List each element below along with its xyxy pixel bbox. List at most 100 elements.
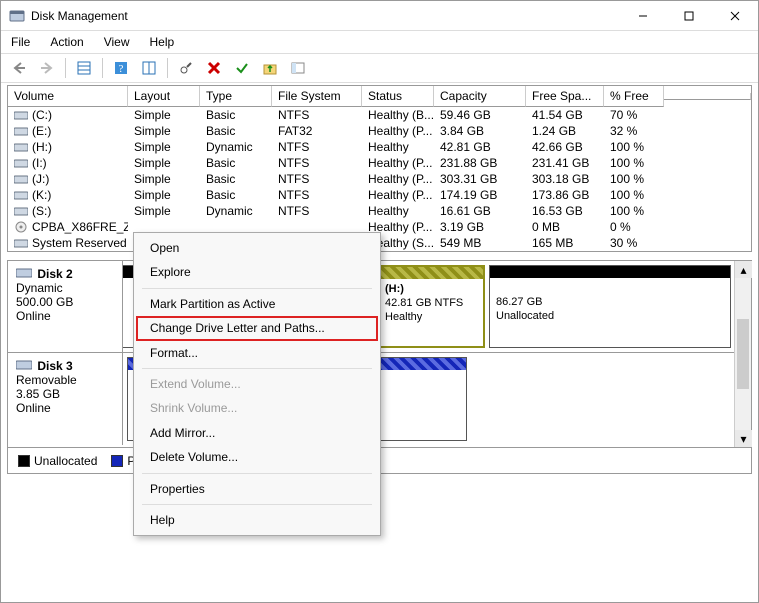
menu-action[interactable]: Action <box>46 33 87 51</box>
col-type[interactable]: Type <box>200 86 272 107</box>
ctx-open[interactable]: Open <box>136 236 378 260</box>
disk-state: Online <box>16 401 51 415</box>
minimize-button[interactable] <box>620 1 666 31</box>
tb-list-icon[interactable] <box>137 56 161 80</box>
menu-file[interactable]: File <box>7 33 34 51</box>
help-icon[interactable]: ? <box>109 56 133 80</box>
cell-free: 41.54 GB <box>526 107 604 123</box>
drive-icon <box>14 205 28 217</box>
drive-icon <box>14 125 28 137</box>
col-pct[interactable]: % Free <box>604 86 664 107</box>
ctx-mark-active[interactable]: Mark Partition as Active <box>136 292 378 316</box>
scroll-up-button[interactable]: ▴ <box>735 261 752 278</box>
app-icon <box>9 8 25 24</box>
ctx-add-mirror[interactable]: Add Mirror... <box>136 421 378 445</box>
disk-type: Dynamic <box>16 281 63 295</box>
disc-icon <box>14 221 28 233</box>
menubar: File Action View Help <box>1 31 758 53</box>
menu-view[interactable]: View <box>100 33 134 51</box>
tb-pane-icon[interactable] <box>286 56 310 80</box>
cell-free: 42.66 GB <box>526 139 604 155</box>
disk-label[interactable]: Disk 2 Dynamic 500.00 GB Online <box>8 261 123 352</box>
maximize-button[interactable] <box>666 1 712 31</box>
cell-status: Healthy (P... <box>362 171 434 187</box>
cell-pct: 0 % <box>604 219 664 235</box>
menu-help[interactable]: Help <box>146 33 179 51</box>
cell-pct: 100 % <box>604 139 664 155</box>
ctx-help[interactable]: Help <box>136 508 378 532</box>
ctx-explore[interactable]: Explore <box>136 260 378 284</box>
cell-free: 303.18 GB <box>526 171 604 187</box>
ctx-delete-volume[interactable]: Delete Volume... <box>136 445 378 469</box>
cell-fs: NTFS <box>272 203 362 219</box>
cell-fs: NTFS <box>272 139 362 155</box>
cell-type: Basic <box>200 187 272 203</box>
volume-name: System Reserved <box>32 236 127 250</box>
table-row[interactable]: (H:)SimpleDynamicNTFSHealthy42.81 GB42.6… <box>8 139 751 155</box>
cell-pct: 100 % <box>604 171 664 187</box>
table-row[interactable]: (J:)SimpleBasicNTFSHealthy (P...303.31 G… <box>8 171 751 187</box>
svg-text:?: ? <box>119 63 124 75</box>
drive-icon <box>14 237 28 249</box>
cell-pct: 32 % <box>604 123 664 139</box>
cell-pct: 100 % <box>604 187 664 203</box>
cell-type: Basic <box>200 107 272 123</box>
cell-status: Healthy <box>362 139 434 155</box>
tb-check-icon[interactable] <box>230 56 254 80</box>
window-title: Disk Management <box>31 9 620 23</box>
cell-layout <box>128 226 200 228</box>
col-status[interactable]: Status <box>362 86 434 107</box>
cell-layout: Simple <box>128 123 200 139</box>
tb-folder-up-icon[interactable] <box>258 56 282 80</box>
ctx-format[interactable]: Format... <box>136 341 378 365</box>
partition-h[interactable]: (H:) 42.81 GB NTFS Healthy <box>377 265 485 348</box>
part-letter: (H:) <box>385 283 404 295</box>
col-fs[interactable]: File System <box>272 86 362 107</box>
part-status: Unallocated <box>496 310 554 322</box>
tb-delete-icon[interactable] <box>202 56 226 80</box>
cell-free: 231.41 GB <box>526 155 604 171</box>
disk-label[interactable]: Disk 3 Removable 3.85 GB Online <box>8 353 123 445</box>
ctx-properties[interactable]: Properties <box>136 477 378 501</box>
cell-free: 0 MB <box>526 219 604 235</box>
volume-name: (I:) <box>32 156 47 170</box>
scroll-thumb[interactable] <box>737 319 749 389</box>
table-row[interactable]: (C:)SimpleBasicNTFSHealthy (B...59.46 GB… <box>8 107 751 123</box>
cell-type: Dynamic <box>200 139 272 155</box>
col-volume[interactable]: Volume <box>8 86 128 107</box>
ctx-change-drive-letter[interactable]: Change Drive Letter and Paths... <box>136 316 378 340</box>
cell-cap: 16.61 GB <box>434 203 526 219</box>
cell-type: Basic <box>200 123 272 139</box>
cell-type: Dynamic <box>200 203 272 219</box>
scroll-down-button[interactable]: ▾ <box>735 430 752 447</box>
disk-state: Online <box>16 309 51 323</box>
cell-fs <box>272 226 362 228</box>
cell-fs: FAT32 <box>272 123 362 139</box>
table-row[interactable]: (K:)SimpleBasicNTFSHealthy (P...174.19 G… <box>8 187 751 203</box>
col-free[interactable]: Free Spa... <box>526 86 604 107</box>
back-button[interactable] <box>7 56 31 80</box>
cell-layout: Simple <box>128 155 200 171</box>
tb-table-icon[interactable] <box>72 56 96 80</box>
cell-status: Healthy <box>362 203 434 219</box>
drive-icon <box>14 189 28 201</box>
forward-button[interactable] <box>35 56 59 80</box>
table-row[interactable]: (I:)SimpleBasicNTFSHealthy (P...231.88 G… <box>8 155 751 171</box>
disk-name: Disk 3 <box>37 359 72 373</box>
disk-type: Removable <box>16 373 77 387</box>
col-capacity[interactable]: Capacity <box>434 86 526 107</box>
toolbar: ? <box>1 53 758 83</box>
cell-free: 173.86 GB <box>526 187 604 203</box>
table-row[interactable]: (S:)SimpleDynamicNTFSHealthy16.61 GB16.5… <box>8 203 751 219</box>
partition-unallocated-2[interactable]: 86.27 GB Unallocated <box>489 265 731 348</box>
volume-table: Volume Layout Type File System Status Ca… <box>7 85 752 252</box>
volume-name: (E:) <box>32 124 51 138</box>
tb-settings-icon[interactable] <box>174 56 198 80</box>
table-row[interactable]: (E:)SimpleBasicFAT32Healthy (P...3.84 GB… <box>8 123 751 139</box>
disk-scrollbar[interactable]: ▴ ▾ <box>734 261 751 447</box>
close-button[interactable] <box>712 1 758 31</box>
part-size: 86.27 GB <box>496 296 542 308</box>
col-layout[interactable]: Layout <box>128 86 200 107</box>
legend-unallocated: Unallocated <box>18 454 97 468</box>
cell-layout: Simple <box>128 187 200 203</box>
